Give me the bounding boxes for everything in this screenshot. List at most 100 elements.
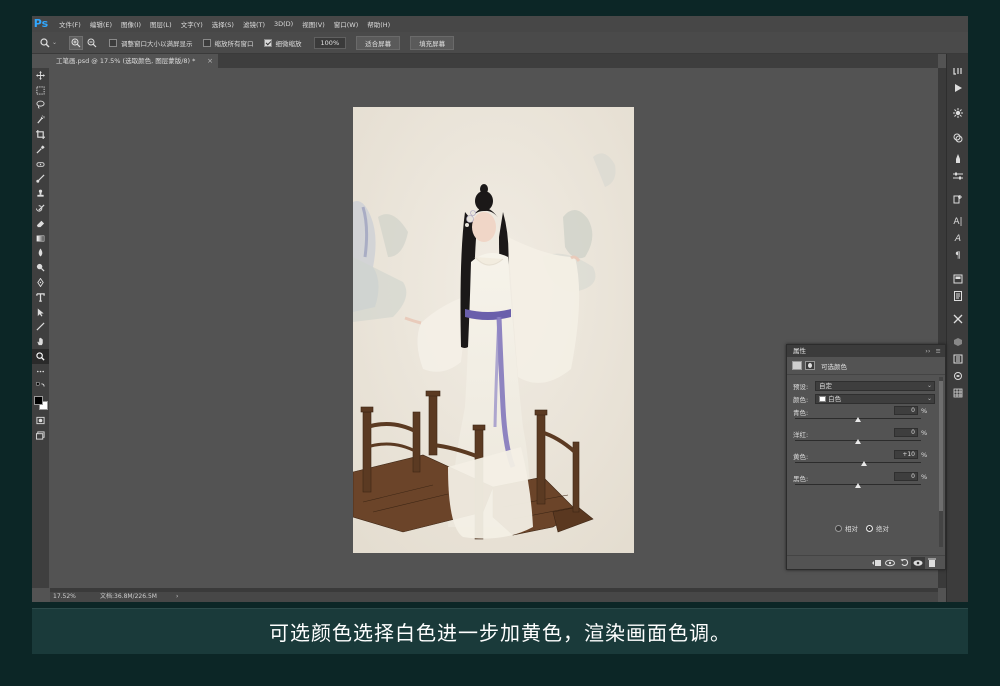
- hand-tool-icon[interactable]: [32, 334, 49, 349]
- history-panel-icon[interactable]: [947, 62, 968, 79]
- panel-scrollbar-thumb[interactable]: [939, 381, 943, 511]
- type-tool-icon[interactable]: [32, 290, 49, 305]
- cyan-thumb[interactable]: [855, 417, 861, 422]
- gradient-tool-icon[interactable]: [32, 231, 49, 246]
- zoom-in-icon[interactable]: [69, 35, 84, 50]
- magenta-thumb[interactable]: [855, 439, 861, 444]
- zoom-percent-button[interactable]: 100%: [313, 36, 347, 49]
- clone-source-icon[interactable]: [947, 190, 968, 207]
- zoom-all-windows-checkbox[interactable]: [202, 38, 211, 47]
- move-tool-icon[interactable]: [32, 68, 49, 83]
- menu-select[interactable]: 选择(S): [212, 19, 234, 29]
- view-previous-state-icon[interactable]: [883, 557, 897, 569]
- menu-3d[interactable]: 3D(D): [274, 20, 293, 28]
- paths-panel-icon[interactable]: [947, 367, 968, 384]
- healing-brush-tool-icon[interactable]: [32, 157, 49, 172]
- path-selection-tool-icon[interactable]: [32, 305, 49, 320]
- menu-file[interactable]: 文件(F): [59, 19, 81, 29]
- layer-mask-icon[interactable]: [805, 361, 815, 370]
- pen-tool-icon[interactable]: [32, 275, 49, 290]
- properties-panel-icon[interactable]: [947, 350, 968, 367]
- preset-select[interactable]: 自定 ⌄: [815, 380, 935, 391]
- zoom-level[interactable]: 17.52%: [53, 592, 76, 602]
- absolute-radio[interactable]: [866, 524, 873, 532]
- 3d-panel-icon[interactable]: [947, 333, 968, 350]
- dodge-tool-icon[interactable]: [32, 260, 49, 275]
- history-brush-tool-icon[interactable]: [32, 201, 49, 216]
- tool-preset-chevron-icon[interactable]: ⌄: [52, 39, 57, 46]
- marquee-tool-icon[interactable]: [32, 83, 49, 98]
- black-value-input[interactable]: 0: [894, 472, 918, 481]
- status-menu-arrow-icon[interactable]: ›: [176, 592, 178, 602]
- swap-colors-icon[interactable]: [32, 379, 49, 394]
- layer-comps-icon[interactable]: [947, 270, 968, 287]
- fill-screen-button[interactable]: 填充屏幕: [410, 35, 455, 50]
- eyedropper-tool-icon[interactable]: [32, 142, 49, 157]
- options-bar: ⌄ 调整窗口大小以满屏显示 缩放所有窗口 细微缩放 100% 适合屏幕 填充屏幕: [32, 32, 968, 54]
- yellow-track[interactable]: [795, 462, 921, 463]
- adjustments-panel-icon[interactable]: [947, 104, 968, 121]
- more-tools-icon[interactable]: [32, 364, 49, 379]
- fit-screen-button[interactable]: 适合屏幕: [356, 35, 401, 50]
- panel-scrollbar[interactable]: [939, 377, 943, 547]
- menu-view[interactable]: 视图(V): [302, 19, 325, 29]
- tool-presets-icon[interactable]: [947, 310, 968, 327]
- document-tab[interactable]: 工笔画.psd @ 17.5% (选取颜色, 图层蒙版/8) * ×: [50, 54, 218, 68]
- menu-image[interactable]: 图像(I): [121, 19, 141, 29]
- eraser-tool-icon[interactable]: [32, 216, 49, 231]
- crop-tool-icon[interactable]: [32, 127, 49, 142]
- collapse-panel-icon[interactable]: ››: [925, 347, 930, 355]
- swatches-panel-icon[interactable]: [947, 384, 968, 401]
- menu-bar: Ps 文件(F) 编辑(E) 图像(I) 图层(L) 文字(Y) 选择(S) 滤…: [32, 16, 968, 32]
- blur-tool-icon[interactable]: [32, 246, 49, 261]
- black-slider: 黑色: 0 %: [787, 471, 945, 493]
- black-unit: %: [921, 473, 928, 481]
- menu-edit[interactable]: 编辑(E): [90, 19, 112, 29]
- brush-settings-icon[interactable]: [947, 150, 968, 167]
- clone-stamp-tool-icon[interactable]: [32, 186, 49, 201]
- black-thumb[interactable]: [855, 483, 861, 488]
- quick-mask-icon[interactable]: [32, 414, 49, 429]
- lasso-tool-icon[interactable]: [32, 98, 49, 113]
- zoom-tool-icon[interactable]: [32, 349, 49, 364]
- channels-panel-icon[interactable]: [947, 129, 968, 146]
- clip-to-layer-icon[interactable]: [869, 557, 883, 569]
- info-panel-icon[interactable]: [947, 287, 968, 304]
- document-tab-bar: 工笔画.psd @ 17.5% (选取颜色, 图层蒙版/8) * ×: [50, 54, 938, 68]
- colors-select[interactable]: 白色 ⌄: [815, 393, 935, 404]
- zoom-icon[interactable]: [38, 36, 52, 50]
- screen-mode-icon[interactable]: [32, 428, 49, 443]
- paragraph-panel-icon[interactable]: ¶: [947, 247, 968, 264]
- panel-menu-icon[interactable]: ≡: [936, 347, 941, 355]
- relative-radio[interactable]: [835, 524, 842, 532]
- menu-window[interactable]: 窗口(W): [334, 19, 359, 29]
- brush-tool-icon[interactable]: [32, 172, 49, 187]
- preset-row: 预设: 自定 ⌄: [787, 379, 945, 392]
- menu-help[interactable]: 帮助(H): [367, 19, 390, 29]
- panel-title-row: 可选颜色: [787, 357, 945, 375]
- actions-panel-icon[interactable]: [947, 79, 968, 96]
- sliders-panel-icon[interactable]: [947, 167, 968, 184]
- scrubby-zoom-checkbox[interactable]: [263, 38, 272, 47]
- quick-select-tool-icon[interactable]: [32, 112, 49, 127]
- character-panel-icon[interactable]: A|: [947, 213, 968, 230]
- properties-tab[interactable]: 属性: [793, 347, 806, 355]
- menu-type[interactable]: 文字(Y): [181, 19, 203, 29]
- magenta-value-input[interactable]: 0: [894, 428, 918, 437]
- yellow-value-input[interactable]: +10: [894, 450, 918, 459]
- menu-filter[interactable]: 滤镜(T): [243, 19, 265, 29]
- cyan-value-input[interactable]: 0: [894, 406, 918, 415]
- reset-icon[interactable]: [897, 557, 911, 569]
- yellow-thumb[interactable]: [861, 461, 868, 466]
- zoom-out-icon[interactable]: [85, 36, 99, 50]
- delete-icon[interactable]: [925, 557, 939, 569]
- toggle-visibility-icon[interactable]: [911, 556, 925, 569]
- line-tool-icon[interactable]: [32, 320, 49, 335]
- menu-layer[interactable]: 图层(L): [150, 19, 172, 29]
- close-tab-icon[interactable]: ×: [207, 54, 213, 68]
- foreground-color-swatch[interactable]: [34, 395, 43, 405]
- color-swatches[interactable]: [32, 394, 49, 414]
- colors-label: 颜色:: [793, 395, 809, 404]
- glyphs-panel-icon[interactable]: A: [947, 230, 968, 247]
- resize-windows-checkbox[interactable]: [109, 38, 118, 47]
